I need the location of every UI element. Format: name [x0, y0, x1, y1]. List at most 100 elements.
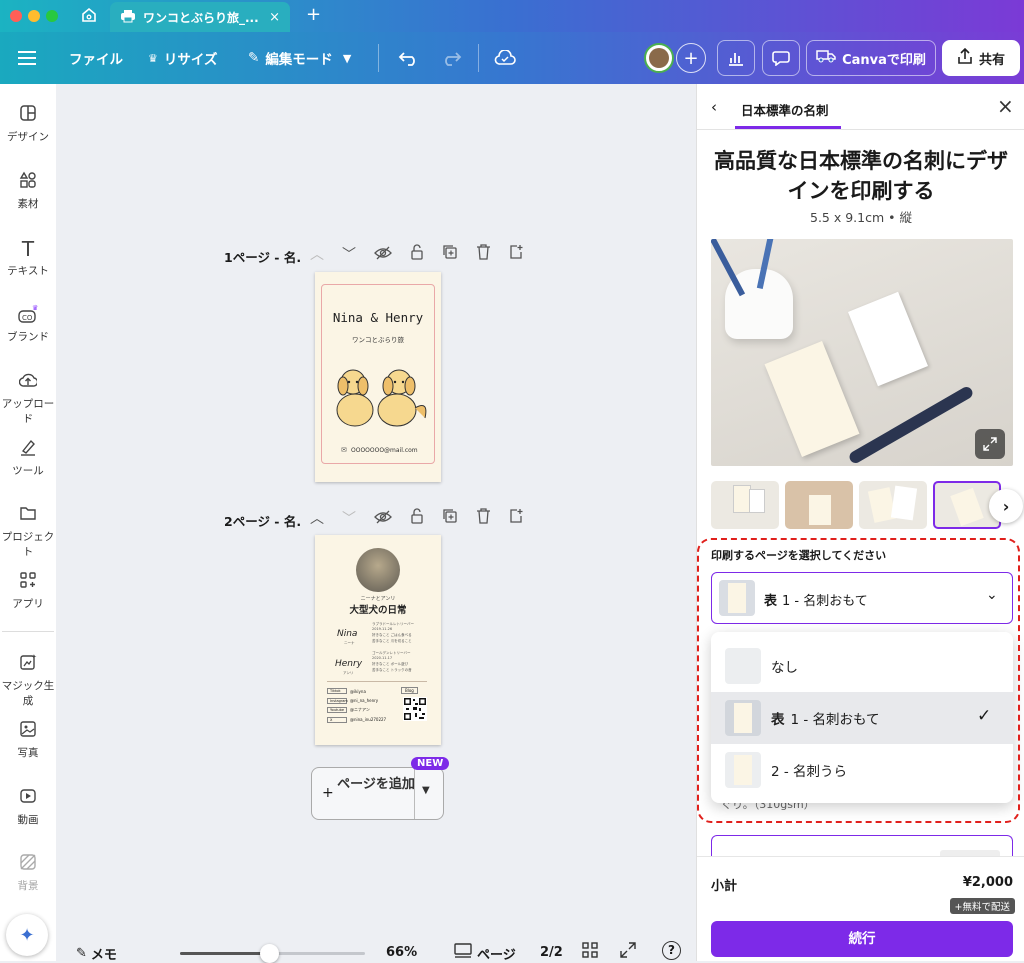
sidebar-item-video[interactable]: 動画 — [0, 787, 56, 827]
new-tab-button[interactable]: + — [306, 4, 321, 25]
card-size: 5.5 x 9.1cm • 縦 — [810, 210, 912, 225]
add-page-button[interactable]: + ページを追加 ▼ NEW — [311, 757, 450, 820]
duplicate-icon[interactable] — [442, 508, 458, 528]
redo-icon[interactable] — [440, 32, 462, 84]
hide-icon[interactable] — [374, 246, 392, 264]
thumbnail-card — [950, 487, 984, 527]
trash-icon[interactable] — [476, 244, 491, 264]
sns-handle: @nina_inu270227 — [350, 717, 387, 722]
page-1-card[interactable]: Nina & Henry ワンコとぶらり旅 ✉ OOOOOOO@mail.com — [315, 272, 441, 482]
undo-icon[interactable] — [398, 32, 420, 84]
sidebar-item-label: 写真 — [17, 747, 39, 759]
file-menu[interactable]: ファイル — [69, 32, 123, 84]
page-2-card[interactable]: ニーナとアンリ 大型犬の日常 Nina ニーナ ラブラドールレトリーバー 201… — [315, 535, 441, 745]
comment-icon[interactable] — [762, 40, 800, 76]
resize-button[interactable]: ♛ リサイズ — [148, 32, 217, 84]
add-page-icon[interactable] — [508, 244, 524, 264]
magic-assistant-button[interactable]: ✦ — [6, 914, 48, 956]
crown-icon: ♛ — [148, 51, 158, 65]
card-kicker: ニーナとアンリ — [360, 596, 396, 602]
thumbnail-1[interactable] — [711, 481, 779, 529]
subtotal-label: 小計 — [711, 879, 738, 894]
photo-icon — [0, 720, 56, 742]
zoom-slider[interactable] — [180, 944, 365, 963]
add-collaborator-button[interactable]: + — [676, 32, 706, 84]
folder-icon — [0, 504, 56, 526]
tab-close-icon[interactable]: × — [269, 10, 280, 25]
lock-icon[interactable] — [410, 508, 424, 528]
pages-view-button[interactable]: ページ — [454, 943, 516, 963]
trash-icon[interactable] — [476, 508, 491, 528]
notes-button[interactable]: ✎ メモ — [76, 944, 117, 963]
expand-icon[interactable] — [975, 429, 1005, 459]
pet-dislike-1: 苦手なこと 爪を切ること — [372, 639, 412, 643]
continue-button[interactable]: 続行 — [711, 921, 1013, 957]
maximize-window-button[interactable] — [46, 10, 58, 22]
avatar[interactable] — [644, 32, 674, 84]
toolbar-divider — [378, 44, 379, 72]
next-thumbnail-button[interactable]: › — [989, 489, 1023, 523]
hide-icon[interactable] — [374, 510, 392, 528]
truck-icon — [816, 49, 836, 67]
edit-mode-button[interactable]: ✎ 編集モード ▼ — [248, 32, 351, 84]
page-count: 2/2 — [540, 945, 563, 960]
sidebar-item-design[interactable]: デザイン — [0, 104, 56, 144]
add-page-label: ページを追加 — [337, 777, 415, 792]
page-1-label[interactable]: 1ページ - 名. — [224, 247, 301, 266]
insights-icon[interactable] — [717, 40, 755, 76]
sidebar-item-label: デザイン — [7, 131, 49, 143]
sidebar-item-magic[interactable]: ✦ マジック生成 — [0, 653, 56, 708]
split-divider — [414, 768, 415, 819]
dogs-illustration — [336, 369, 427, 427]
add-page-icon[interactable] — [508, 508, 524, 528]
pet-like-2: 好きなこと ボール遊び — [372, 662, 409, 666]
sns-row: Youtube @ニナアン — [327, 706, 399, 714]
minimize-window-button[interactable] — [28, 10, 40, 22]
close-window-button[interactable] — [10, 10, 22, 22]
lock-icon[interactable] — [410, 244, 424, 264]
close-icon[interactable]: × — [997, 94, 1014, 118]
duplicate-icon[interactable] — [442, 244, 458, 264]
sidebar-item-apps[interactable]: アプリ — [0, 571, 56, 611]
thumbnail-3[interactable] — [859, 481, 927, 529]
thumbnail-2[interactable] — [785, 481, 853, 529]
zoom-level[interactable]: 66% — [386, 945, 417, 960]
sidebar-item-brand[interactable]: CO ♛ ブランド — [0, 304, 56, 344]
sidebar-item-upload[interactable]: アップロード — [0, 371, 56, 426]
chevron-down-icon[interactable]: ﹀ — [342, 244, 356, 264]
zoom-slider-thumb[interactable] — [260, 944, 279, 963]
sns-list: Tiktok @ikiyna Instagram @ni_na_henry Yout… — [327, 687, 399, 724]
chevron-down-icon[interactable]: ﹀ — [342, 508, 356, 528]
browser-tab[interactable]: ワンコとぶらり旅_... × — [110, 2, 290, 32]
toolbar-divider — [478, 44, 479, 72]
share-button[interactable]: 共有 — [942, 40, 1020, 76]
page-2-label[interactable]: 2ページ - 名. — [224, 511, 301, 530]
notes-icon: ✎ — [76, 946, 87, 961]
cloud-saved-icon[interactable] — [494, 32, 516, 84]
help-icon[interactable]: ? — [662, 941, 681, 960]
home-icon[interactable] — [80, 6, 98, 28]
print-with-canva-button[interactable]: Canvaで印刷 — [806, 40, 936, 76]
fullscreen-icon[interactable] — [620, 942, 636, 962]
sidebar-item-projects[interactable]: プロジェクト — [0, 504, 56, 559]
grid-view-icon[interactable] — [582, 942, 598, 962]
sidebar-item-background[interactable]: 背景 — [0, 853, 56, 893]
menu-icon[interactable] — [18, 32, 38, 84]
chevron-up-icon[interactable]: ︿ — [310, 244, 324, 264]
chevron-up-icon[interactable]: ︿ — [310, 508, 324, 528]
sidebar-item-tools[interactable]: ツール — [0, 438, 56, 478]
sns-platform: Tiktok — [327, 688, 347, 694]
chevron-down-icon[interactable]: ▼ — [422, 785, 430, 796]
elements-icon — [0, 171, 56, 193]
sns-platform: Youtube — [327, 707, 347, 713]
sidebar-item-photos[interactable]: 写真 — [0, 720, 56, 760]
new-badge: NEW — [411, 757, 450, 770]
svg-text:CO: CO — [22, 314, 33, 322]
sidebar-item-elements[interactable]: 素材 — [0, 171, 56, 211]
share-label: 共有 — [978, 52, 1005, 68]
pages-icon — [454, 943, 472, 963]
sns-platform: X — [327, 716, 347, 723]
sidebar-item-text[interactable]: T テキスト — [0, 238, 56, 278]
share-icon — [957, 47, 973, 68]
back-icon[interactable]: ‹ — [711, 98, 717, 116]
